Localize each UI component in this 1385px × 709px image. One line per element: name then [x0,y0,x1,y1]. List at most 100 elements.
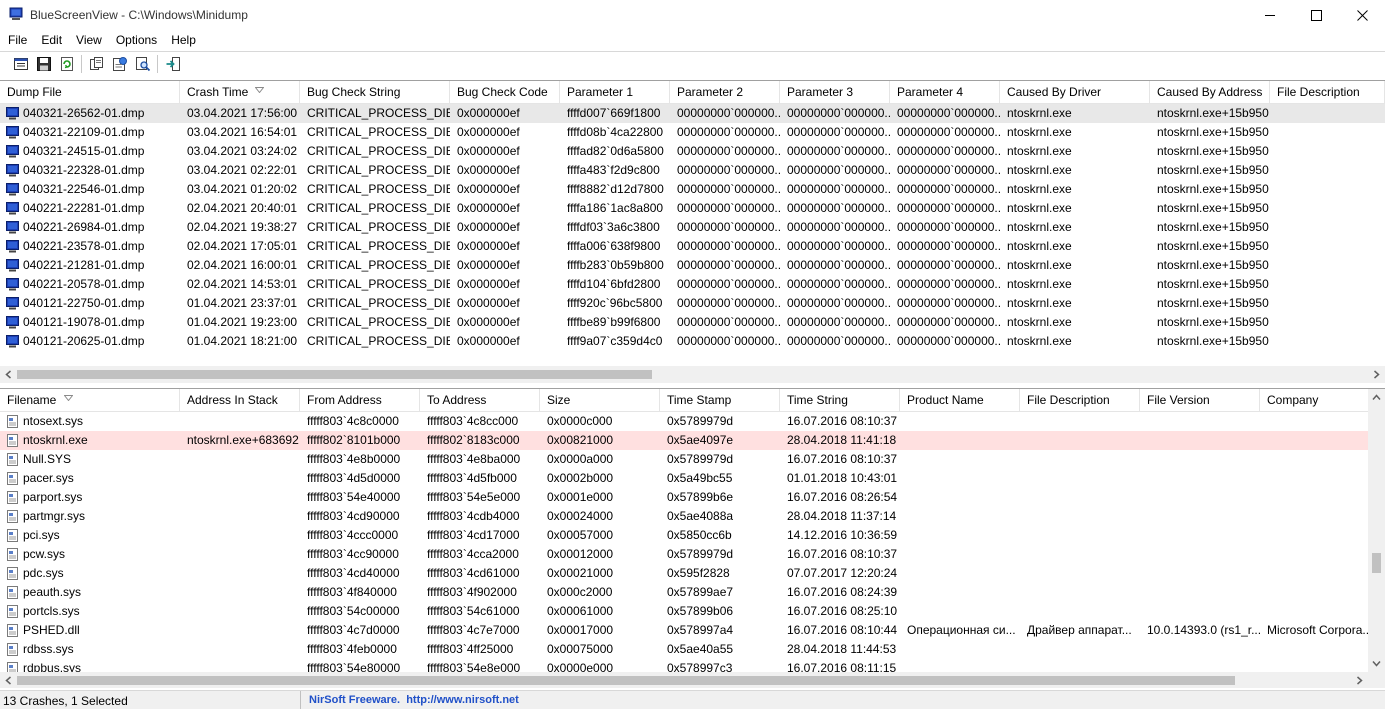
column-header-file-version[interactable]: File Version [1140,389,1260,412]
driver-row[interactable]: portcls.sys fffff803`54c00000 fffff803`54c… [0,602,1380,621]
scroll-left-button[interactable] [0,672,17,688]
crash-row[interactable]: 040121-20625-01.dmp 01.04.2021 18:21:00 CR… [0,332,1385,351]
driver-row[interactable]: PSHED.dll fffff803`4c7d0000 fffff803`4c7e7… [0,621,1380,640]
crash-row[interactable]: 040321-22109-01.dmp 03.04.2021 16:54:01 CR… [0,123,1385,142]
crash-row[interactable]: 040221-26984-01.dmp 02.04.2021 19:38:27 CR… [0,218,1385,237]
status-divider [300,691,301,709]
cell-text: ntoskrnl.exe [23,433,88,447]
column-header-parameter-2[interactable]: Parameter 2 [670,81,780,104]
cell-company [1260,469,1380,488]
cell-crash-time: 03.04.2021 01:20:02 [180,180,300,199]
copy-button[interactable] [85,53,108,75]
crash-row[interactable]: 040221-22281-01.dmp 02.04.2021 20:40:01 CR… [0,199,1385,218]
driver-row[interactable]: Null.SYS fffff803`4e8b0000 fffff803`4e8ba0… [0,450,1380,469]
column-header-from-address[interactable]: From Address [300,389,420,412]
cell-text: ntoskrnl.exe [1007,144,1072,158]
properties-button[interactable] [9,53,32,75]
menu-file[interactable]: File [0,30,34,50]
cell-from-address: fffff803`4e8b0000 [300,450,420,469]
crash-row[interactable]: 040321-22328-01.dmp 03.04.2021 02:22:01 CR… [0,161,1385,180]
cell-address-in-stack [180,545,300,564]
column-header-to-address[interactable]: To Address [420,389,540,412]
driver-list-vertical-scrollbar[interactable] [1368,389,1385,672]
cell-text: fffff803`4e8b0000 [307,452,401,466]
cell-caused-by-address: ntoskrnl.exe+15b950 [1150,332,1270,351]
column-header-parameter-3[interactable]: Parameter 3 [780,81,890,104]
driver-row[interactable]: ntosext.sys fffff803`4c8c0000 fffff803`4c8… [0,412,1380,431]
driver-row[interactable]: pdc.sys fffff803`4cd40000 fffff803`4cd6100… [0,564,1380,583]
cell-address-in-stack [180,507,300,526]
scroll-up-button[interactable] [1368,389,1385,406]
driver-row[interactable]: ntoskrnl.exe ntoskrnl.exe+683692 fffff802`… [0,431,1380,450]
column-header-crash-time[interactable]: Crash Time [180,81,300,104]
driver-row[interactable]: peauth.sys fffff803`4f840000 fffff803`4f90… [0,583,1380,602]
column-header-file-description[interactable]: File Description [1020,389,1140,412]
column-header-time-stamp[interactable]: Time Stamp [660,389,780,412]
column-header-size[interactable]: Size [540,389,660,412]
cell-filename: pdc.sys [0,564,180,583]
column-header-address-in-stack[interactable]: Address In Stack [180,389,300,412]
column-header-bug-check-code[interactable]: Bug Check Code [450,81,560,104]
driver-row[interactable]: parport.sys fffff803`54e40000 fffff803`54e… [0,488,1380,507]
refresh-button[interactable] [55,53,78,75]
driver-list-vscroll-thumb[interactable] [1372,553,1381,573]
column-header-file-description[interactable]: File Description [1270,81,1385,104]
column-header-caused-by-address[interactable]: Caused By Address [1150,81,1270,104]
cell-text: 0x000c2000 [547,585,613,599]
column-header-bug-check-string[interactable]: Bug Check String [300,81,450,104]
html-report-button[interactable] [108,53,131,75]
driver-row[interactable]: partmgr.sys fffff803`4cd90000 fffff803`4cd… [0,507,1380,526]
scroll-down-button[interactable] [1368,655,1385,672]
cell-parameter-1: ffffbe89`b99f6800 [560,313,670,332]
find-button[interactable] [131,53,154,75]
cell-text: 0x00024000 [547,509,614,523]
crash-row[interactable]: 040221-21281-01.dmp 02.04.2021 16:00:01 CR… [0,256,1385,275]
scroll-right-button[interactable] [1351,672,1368,688]
driver-file-icon [6,586,19,599]
crash-row[interactable]: 040321-24515-01.dmp 03.04.2021 03:24:02 CR… [0,142,1385,161]
column-header-time-string[interactable]: Time String [780,389,900,412]
column-header-filename[interactable]: Filename [0,389,180,412]
column-header-caused-by-driver[interactable]: Caused By Driver [1000,81,1150,104]
scroll-left-button[interactable] [0,366,17,383]
column-header-product-name[interactable]: Product Name [900,389,1020,412]
crash-row[interactable]: 040321-22546-01.dmp 03.04.2021 01:20:02 CR… [0,180,1385,199]
menu-view[interactable]: View [69,30,109,50]
column-header-parameter-1[interactable]: Parameter 1 [560,81,670,104]
crash-list-scrollbar-thumb[interactable] [17,370,652,379]
cell-text: CRITICAL_PROCESS_DIED [307,258,450,272]
cell-product-name [900,431,1020,450]
cell-text: 00000000`000000... [897,106,1000,120]
crash-row[interactable]: 040321-26562-01.dmp 03.04.2021 17:56:00 CR… [0,104,1385,123]
crash-row[interactable]: 040221-20578-01.dmp 02.04.2021 14:53:01 CR… [0,275,1385,294]
menu-help[interactable]: Help [164,30,203,50]
save-button[interactable] [32,53,55,75]
close-button[interactable] [1339,0,1385,30]
dump-file-icon [6,107,19,120]
driver-row[interactable]: pcw.sys fffff803`4cc90000 fffff803`4cca200… [0,545,1380,564]
cell-text: 040221-20578-01.dmp [23,277,145,291]
driver-list-scrollbar-thumb[interactable] [17,676,1235,685]
driver-list-horizontal-scrollbar[interactable] [0,672,1368,688]
maximize-button[interactable] [1293,0,1339,30]
driver-row[interactable]: rdbss.sys fffff803`4feb0000 fffff803`4ff25… [0,640,1380,659]
menu-edit[interactable]: Edit [34,30,69,50]
driver-row[interactable]: pci.sys fffff803`4ccc0000 fffff803`4cd1700… [0,526,1380,545]
column-header-label: Time Stamp [667,393,732,407]
crash-list-horizontal-scrollbar[interactable] [0,366,1385,383]
column-header-dump-file[interactable]: Dump File [0,81,180,104]
cell-time-string: 28.04.2018 11:44:53 [780,640,900,659]
driver-row[interactable]: pacer.sys fffff803`4d5d0000 fffff803`4d5fb… [0,469,1380,488]
column-header-company[interactable]: Company [1260,389,1380,412]
nirsoft-link[interactable]: NirSoft Freeware. http://www.nirsoft.net [309,694,519,706]
cell-company [1260,602,1380,621]
scroll-right-button[interactable] [1368,366,1385,383]
column-header-parameter-4[interactable]: Parameter 4 [890,81,1000,104]
crash-row[interactable]: 040121-19078-01.dmp 01.04.2021 19:23:00 CR… [0,313,1385,332]
menu-options[interactable]: Options [109,30,164,50]
crash-row[interactable]: 040121-22750-01.dmp 01.04.2021 23:37:01 CR… [0,294,1385,313]
exit-button[interactable] [161,53,184,75]
crash-row[interactable]: 040221-23578-01.dmp 02.04.2021 17:05:01 CR… [0,237,1385,256]
cell-crash-time: 03.04.2021 16:54:01 [180,123,300,142]
minimize-button[interactable] [1247,0,1293,30]
